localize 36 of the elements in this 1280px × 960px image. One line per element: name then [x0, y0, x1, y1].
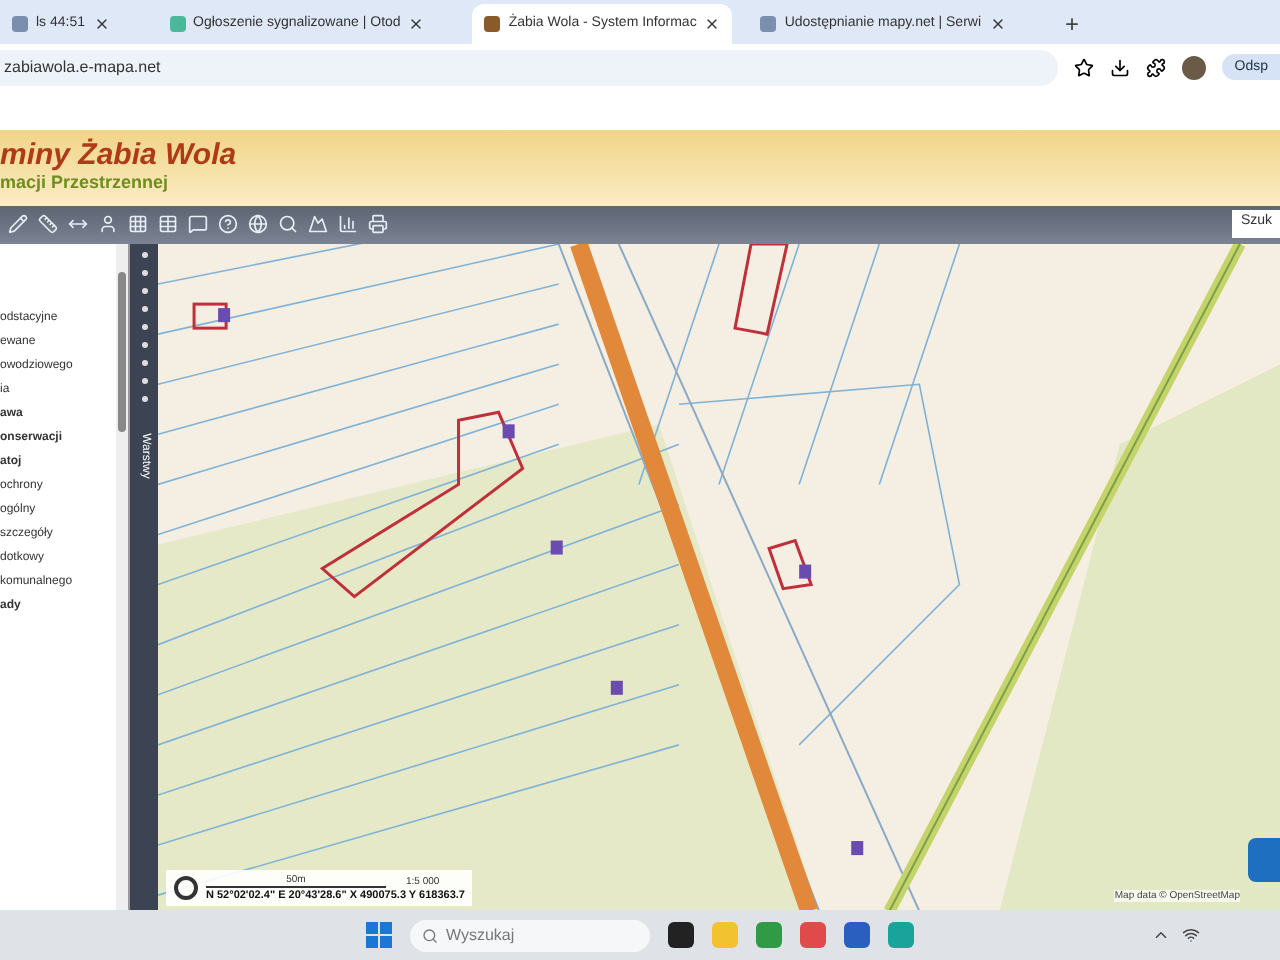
avatar[interactable]	[1182, 55, 1207, 80]
table-icon[interactable]	[158, 214, 178, 235]
help-icon[interactable]	[218, 214, 238, 235]
page-icon	[484, 15, 501, 32]
download-icon[interactable]	[1110, 57, 1131, 78]
map-button[interactable]	[1248, 838, 1280, 883]
search-icon[interactable]	[278, 214, 298, 235]
person-icon[interactable]	[98, 214, 118, 235]
speech-bubble-icon[interactable]	[188, 214, 208, 235]
terrain-icon[interactable]	[308, 214, 328, 235]
wifi-icon[interactable]	[1182, 926, 1200, 945]
close-icon[interactable]	[93, 15, 110, 32]
puzzle-icon[interactable]	[1146, 57, 1167, 78]
zoom-out-button[interactable]	[174, 876, 198, 901]
ruler-icon[interactable]	[38, 214, 58, 235]
page-icon	[12, 15, 28, 32]
search-icon	[422, 927, 438, 944]
globe-icon[interactable]	[248, 214, 268, 235]
page-icon	[760, 15, 777, 32]
pencil-icon[interactable]	[8, 214, 28, 235]
star-icon[interactable]	[1074, 57, 1095, 78]
printer-icon[interactable]	[368, 214, 388, 235]
scrollbar[interactable]	[116, 243, 128, 911]
taskbar-search-field[interactable]: Wyszukaj	[410, 919, 650, 952]
close-icon[interactable]	[704, 15, 721, 32]
app-icon[interactable]	[668, 922, 694, 949]
new-tab-button[interactable]: +	[1053, 9, 1092, 44]
address-field[interactable]: zabiawola.e-mapa.net	[0, 49, 1059, 86]
close-icon[interactable]	[989, 15, 1006, 32]
grid-icon[interactable]	[128, 214, 148, 235]
page-icon	[169, 15, 186, 32]
site-subtitle: macji Przestrzennej	[0, 172, 171, 193]
site-title: miny Żabia Wola	[0, 138, 239, 173]
close-icon[interactable]	[408, 15, 425, 32]
chart-icon[interactable]	[338, 214, 358, 235]
start-icon[interactable]	[366, 922, 392, 949]
